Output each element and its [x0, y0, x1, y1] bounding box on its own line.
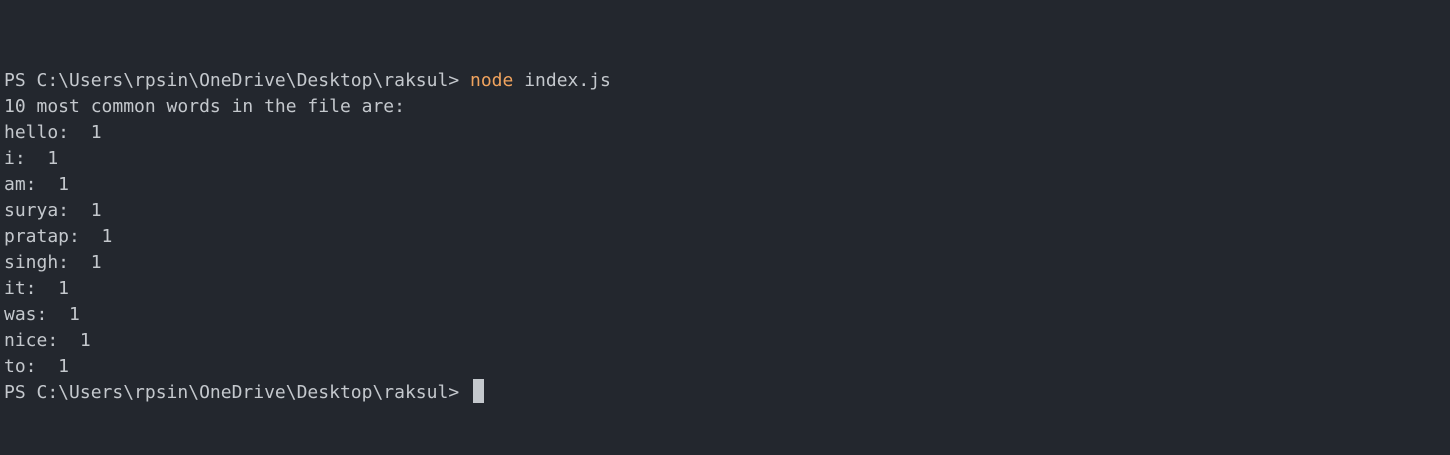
output-line: hello: 1	[4, 122, 102, 143]
terminal-cursor[interactable]	[473, 379, 484, 403]
output-line: singh: 1	[4, 252, 102, 273]
prompt-text: PS C:\Users\rpsin\OneDrive\Desktop\raksu…	[4, 382, 470, 403]
prompt-text: PS C:\Users\rpsin\OneDrive\Desktop\raksu…	[4, 70, 470, 91]
output-line: am: 1	[4, 174, 70, 195]
command-argument: index.js	[513, 70, 611, 91]
command-keyword: node	[470, 70, 514, 91]
output-line: was: 1	[4, 304, 80, 325]
output-line: nice: 1	[4, 330, 91, 351]
terminal-window[interactable]: PS C:\Users\rpsin\OneDrive\Desktop\raksu…	[0, 0, 1450, 455]
input-line[interactable]: PS C:\Users\rpsin\OneDrive\Desktop\raksu…	[4, 379, 1450, 406]
output-heading: 10 most common words in the file are:	[4, 96, 405, 117]
output-line: i: 1	[4, 148, 59, 169]
output-line: surya: 1	[4, 200, 102, 221]
output-line: pratap: 1	[4, 226, 113, 247]
command-line: PS C:\Users\rpsin\OneDrive\Desktop\raksu…	[4, 68, 1450, 94]
output-line: it: 1	[4, 278, 70, 299]
output-line: to: 1	[4, 356, 70, 377]
